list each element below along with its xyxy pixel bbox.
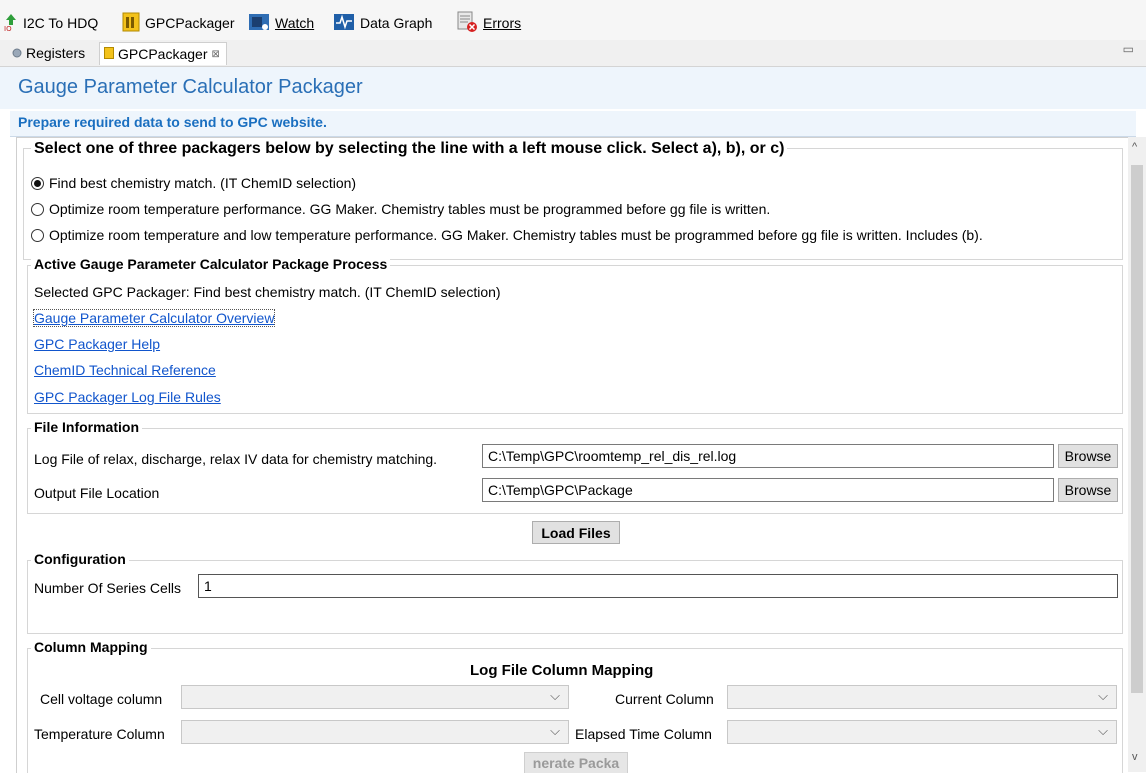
output-file-input[interactable]: C:\Temp\GPC\Package <box>482 478 1054 502</box>
toolbar-errors-button[interactable]: Errors <box>456 11 522 36</box>
i2c-hdq-icon: IQ <box>4 13 18 34</box>
close-icon[interactable]: ⊠ <box>211 49 219 60</box>
current-column-label: Current Column <box>615 691 714 707</box>
link-gpc-packager-help[interactable]: GPC Packager Help <box>34 336 160 352</box>
file-info-heading: File Information <box>31 419 142 435</box>
tab-gpc-packager[interactable]: GPCPackager ⊠ <box>99 42 227 65</box>
series-cells-input[interactable]: 1 <box>198 574 1118 598</box>
gpc-packager-icon <box>104 46 114 62</box>
form-content: Select one of three packagers below by s… <box>16 137 1129 773</box>
watch-icon <box>248 12 270 35</box>
column-mapping-heading: Column Mapping <box>31 639 151 655</box>
registers-icon <box>12 45 22 61</box>
log-file-input[interactable]: C:\Temp\GPC\roomtemp_rel_dis_rel.log <box>482 444 1054 468</box>
packager-option-c[interactable]: Optimize room temperature and low temper… <box>31 225 983 245</box>
log-file-label: Log File of relax, discharge, relax IV d… <box>34 451 438 467</box>
tab-registers[interactable]: Registers <box>8 42 91 64</box>
active-process-heading: Active Gauge Parameter Calculator Packag… <box>31 256 391 272</box>
gpc-packager-icon <box>122 12 140 35</box>
scroll-down-icon[interactable]: v <box>1132 751 1138 763</box>
toolbar-gpc-packager-button[interactable]: GPCPackager <box>122 12 234 34</box>
page-subtitle: Prepare required data to send to GPC web… <box>18 114 327 130</box>
load-files-button[interactable]: Load Files <box>532 521 620 544</box>
generate-package-button[interactable]: nerate Packa <box>524 752 628 773</box>
output-file-browse-button[interactable]: Browse <box>1058 478 1118 502</box>
minimize-icon[interactable]: ▭ <box>1123 42 1134 56</box>
toolbar-watch-label: Watch <box>275 15 315 31</box>
toolbar-i2c-hdq-button[interactable]: IQ I2C To HDQ <box>4 12 98 34</box>
main-toolbar: IQ I2C To HDQ GPCPackager Watch Data Gra… <box>0 0 1146 40</box>
link-gpc-overview[interactable]: Gauge Parameter Calculator Overview <box>32 309 276 327</box>
toolbar-gpc-packager-label: GPCPackager <box>145 15 235 31</box>
temperature-column-select[interactable]: ⌵ <box>181 720 569 744</box>
configuration-heading: Configuration <box>31 551 129 567</box>
output-file-label: Output File Location <box>34 485 160 501</box>
series-cells-label: Number Of Series Cells <box>34 580 182 596</box>
page-title: Gauge Parameter Calculator Packager <box>18 76 363 98</box>
cell-voltage-label: Cell voltage column <box>40 691 163 707</box>
vertical-scrollbar[interactable]: ^ v <box>1128 137 1146 772</box>
link-gpc-log-file-rules[interactable]: GPC Packager Log File Rules <box>34 389 221 405</box>
packager-option-b-label: Optimize room temperature performance. G… <box>49 201 771 217</box>
editor-tab-bar: Registers GPCPackager ⊠ ▭ <box>0 40 1146 67</box>
selected-packager-text: Selected GPC Packager: Find best chemist… <box>34 284 501 300</box>
current-column-select[interactable]: ⌵ <box>727 685 1117 709</box>
temperature-column-label: Temperature Column <box>34 726 165 742</box>
link-chemid-technical-reference[interactable]: ChemID Technical Reference <box>34 362 216 378</box>
radio-button-selected[interactable] <box>31 176 44 190</box>
chevron-down-icon: ⌵ <box>1098 688 1108 703</box>
toolbar-data-graph-button[interactable]: Data Graph <box>333 12 432 34</box>
packager-select-heading: Select one of three packagers below by s… <box>31 140 788 158</box>
column-mapping-subheading: Log File Column Mapping <box>470 662 654 679</box>
data-graph-icon <box>333 12 355 35</box>
toolbar-i2c-hdq-label: I2C To HDQ <box>23 15 99 31</box>
scroll-up-icon[interactable]: ^ <box>1132 141 1137 153</box>
log-file-browse-button[interactable]: Browse <box>1058 444 1118 468</box>
radio-button[interactable] <box>31 228 44 242</box>
chevron-down-icon: ⌵ <box>550 688 560 703</box>
elapsed-time-label: Elapsed Time Column <box>575 726 712 742</box>
packager-option-a[interactable]: Find best chemistry match. (IT ChemID se… <box>31 173 356 193</box>
packager-option-a-label: Find best chemistry match. (IT ChemID se… <box>49 175 357 191</box>
packager-option-c-label: Optimize room temperature and low temper… <box>49 227 983 243</box>
chevron-down-icon: ⌵ <box>1098 723 1108 738</box>
scrollbar-thumb[interactable] <box>1131 165 1143 693</box>
tab-gpc-packager-label: GPCPackager <box>118 46 208 62</box>
elapsed-time-select[interactable]: ⌵ <box>727 720 1117 744</box>
chevron-down-icon: ⌵ <box>550 723 560 738</box>
toolbar-data-graph-label: Data Graph <box>360 15 433 31</box>
radio-button[interactable] <box>31 202 44 216</box>
cell-voltage-select[interactable]: ⌵ <box>181 685 569 709</box>
tab-registers-label: Registers <box>26 45 86 61</box>
toolbar-watch-button[interactable]: Watch <box>248 12 314 34</box>
toolbar-errors-label: Errors <box>483 15 522 31</box>
svg-text:IQ: IQ <box>4 25 12 31</box>
errors-icon <box>456 11 478 36</box>
packager-option-b[interactable]: Optimize room temperature performance. G… <box>31 199 770 219</box>
